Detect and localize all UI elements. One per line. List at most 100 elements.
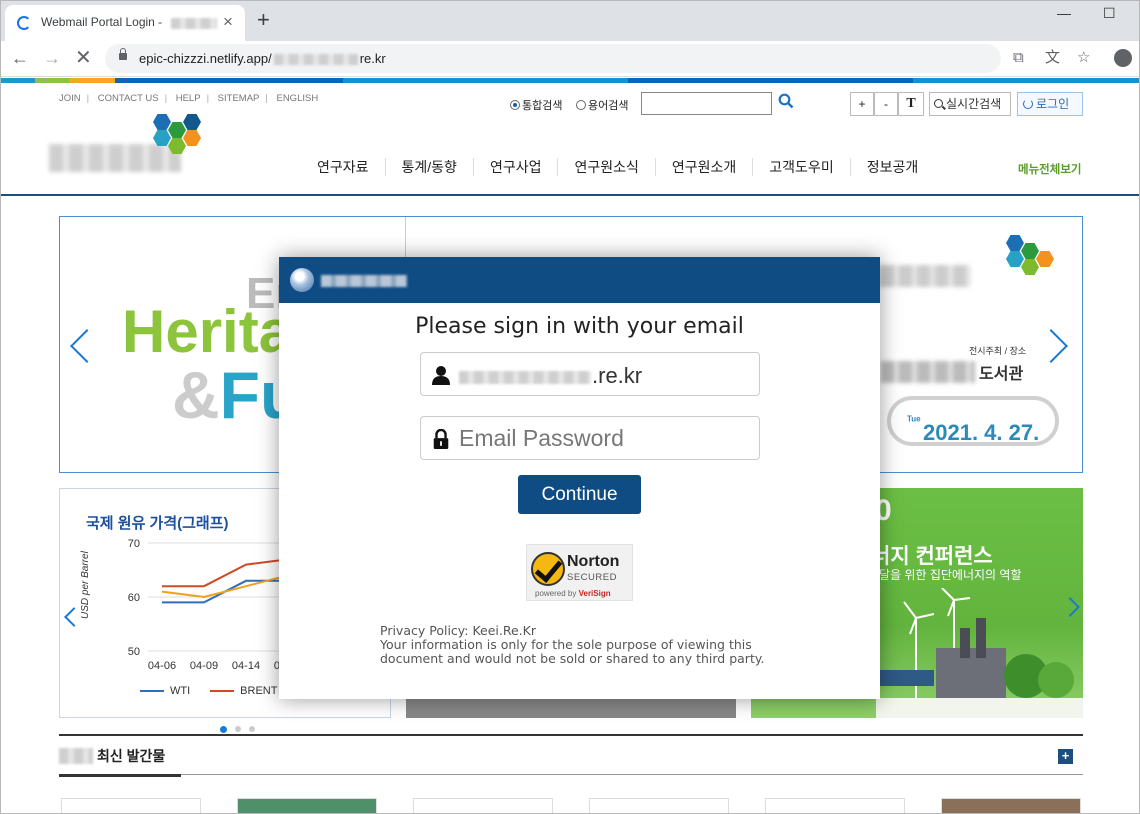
- pagination-dot[interactable]: [249, 726, 255, 732]
- top-color-bar: [1, 78, 1139, 83]
- norton-secured-text: SECURED: [567, 572, 617, 583]
- publication-thumbnail[interactable]: [765, 798, 905, 813]
- main-nav: 연구자료 통계/동향 연구사업 연구원소식 연구원소개 고객도우미 정보공개: [301, 158, 934, 176]
- password-input[interactable]: [459, 423, 749, 453]
- util-link-help[interactable]: HELP: [176, 93, 201, 104]
- chart-y-axis-label: USD per Barrel: [80, 551, 91, 619]
- banner-venue-label: 전시주최 / 장소: [969, 346, 1027, 356]
- stop-loading-icon[interactable]: ✕: [75, 47, 92, 69]
- font-reset-button[interactable]: T: [898, 92, 924, 116]
- slide-pagination: [220, 726, 255, 733]
- publications-more-button[interactable]: +: [1058, 749, 1073, 764]
- minimize-icon[interactable]: —: [1057, 5, 1071, 21]
- lock-icon: [433, 429, 449, 449]
- chart-x-tick-label: 04-06: [148, 660, 176, 672]
- search-option-term[interactable]: 용어검색: [576, 97, 628, 113]
- globe-icon: [290, 268, 314, 292]
- nav-research-projects[interactable]: 연구사업: [474, 158, 559, 176]
- search-icon[interactable]: [778, 93, 794, 109]
- legend-brent: BRENT: [210, 685, 277, 697]
- utility-links: JOIN | CONTACT US | HELP | SITEMAP | ENGLISH: [59, 93, 319, 104]
- maximize-icon[interactable]: ☐: [1103, 5, 1116, 22]
- nav-statistics[interactable]: 통계/동향: [386, 158, 474, 176]
- loading-spinner-icon: [17, 16, 31, 30]
- nav-divider: [1, 194, 1139, 196]
- privacy-notice: Privacy Policy: Keei.Re.Kr Your informat…: [380, 624, 780, 666]
- magnifier-icon: [934, 99, 943, 108]
- util-link-english[interactable]: ENGLISH: [276, 93, 318, 104]
- publication-thumbnail[interactable]: [413, 798, 553, 813]
- publications-underline: [59, 774, 181, 777]
- new-tab-button[interactable]: +: [257, 9, 270, 31]
- publication-thumbnail[interactable]: [61, 798, 201, 813]
- nav-disclosure[interactable]: 정보공개: [851, 158, 935, 176]
- bookmark-star-icon[interactable]: ☆: [1077, 48, 1090, 68]
- nav-customer-help[interactable]: 고객도우미: [753, 158, 851, 176]
- modal-header: [279, 257, 880, 303]
- banner-library-text: 도서관: [979, 366, 1024, 383]
- password-field[interactable]: [420, 416, 760, 460]
- nav-news[interactable]: 연구원소식: [558, 158, 656, 176]
- factory-windmill-illustration: [876, 588, 1083, 718]
- norton-powered-by: powered by VeriSign: [535, 589, 611, 598]
- radio-icon[interactable]: [510, 100, 520, 110]
- publications-divider: [59, 774, 1083, 775]
- legend-wti-swatch: [140, 690, 164, 693]
- profile-avatar-icon[interactable]: [1114, 49, 1132, 67]
- tab-strip: Webmail Portal Login - × + — ☐: [1, 1, 1139, 41]
- forward-arrow-icon[interactable]: →: [43, 47, 61, 69]
- tab-title-redacted: [171, 18, 217, 29]
- norton-checkmark-icon: [531, 552, 565, 586]
- url-redacted: [273, 54, 358, 66]
- util-link-join[interactable]: JOIN: [59, 93, 81, 104]
- user-icon: [432, 366, 450, 385]
- browser-window: Webmail Portal Login - × + — ☐ ← → ✕ epi…: [0, 0, 1140, 814]
- lock-icon: [119, 48, 127, 60]
- publications-heading: 최신 발간물: [59, 746, 165, 766]
- site-search-input[interactable]: [641, 92, 772, 115]
- blocked-popup-icon[interactable]: ⧉: [1013, 48, 1024, 68]
- email-redacted: [459, 370, 591, 384]
- browser-tab[interactable]: Webmail Portal Login - ×: [5, 5, 245, 41]
- nav-about[interactable]: 연구원소개: [656, 158, 754, 176]
- chart-x-tick-label: 04-14: [232, 660, 260, 672]
- tab-close-icon[interactable]: ×: [223, 13, 233, 31]
- radio-icon[interactable]: [576, 100, 586, 110]
- email-field[interactable]: .re.kr: [420, 352, 760, 396]
- modal-heading: Please sign in with your email: [415, 314, 744, 339]
- middle-panel: [406, 696, 736, 718]
- back-arrow-icon[interactable]: ←: [11, 47, 29, 69]
- chart-x-tick-label: 04-09: [190, 660, 218, 672]
- continue-button[interactable]: Continue: [518, 475, 641, 514]
- search-option-all[interactable]: 통합검색: [510, 97, 562, 113]
- banner-date-pill: 2021. 4. 27. Tue: [887, 396, 1059, 446]
- font-increase-button[interactable]: +: [850, 92, 874, 116]
- banner-hexagons-icon: [1004, 235, 1064, 279]
- login-button[interactable]: 로그인: [1017, 92, 1083, 116]
- translate-icon[interactable]: 文: [1045, 48, 1060, 68]
- chart-y-tick-label: 70: [128, 538, 140, 550]
- util-link-sitemap[interactable]: SITEMAP: [218, 93, 260, 104]
- realtime-search-button[interactable]: 실시간검색: [929, 92, 1011, 116]
- legend-brent-swatch: [210, 690, 235, 693]
- tab-title: Webmail Portal Login -: [41, 15, 163, 29]
- norton-name: Norton: [567, 553, 620, 570]
- address-url: epic-chizzzi.netlify.app/re.kr: [139, 51, 386, 66]
- address-bar[interactable]: epic-chizzzi.netlify.app/re.kr: [105, 44, 1001, 73]
- menu-all-link[interactable]: 메뉴전체보기: [1018, 161, 1081, 177]
- norton-secured-badge[interactable]: Norton SECURED powered by VeriSign: [526, 544, 633, 601]
- email-value: .re.kr: [459, 363, 642, 389]
- publication-thumbnail[interactable]: [589, 798, 729, 813]
- pagination-dot-active[interactable]: [220, 726, 227, 733]
- modal-brand-redacted: [321, 275, 407, 287]
- nav-research-data[interactable]: 연구자료: [301, 158, 386, 176]
- privacy-disclaimer: Your information is only for the sole pu…: [380, 637, 765, 666]
- publication-thumbnail[interactable]: [941, 798, 1081, 813]
- privacy-policy-line: Privacy Policy: Keei.Re.Kr: [380, 623, 536, 638]
- publication-thumbnail[interactable]: [237, 798, 377, 813]
- sign-in-modal: Please sign in with your email .re.kr Co…: [279, 257, 880, 699]
- publications-heading-redacted: [59, 748, 93, 764]
- font-decrease-button[interactable]: -: [874, 92, 898, 116]
- util-link-contact[interactable]: CONTACT US: [98, 93, 159, 104]
- pagination-dot[interactable]: [235, 726, 241, 732]
